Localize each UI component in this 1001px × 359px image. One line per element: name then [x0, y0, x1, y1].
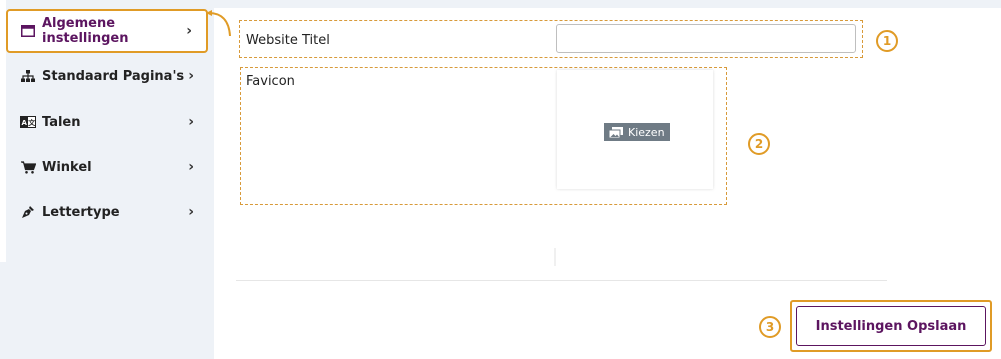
- step-badge-2: 2: [748, 133, 770, 155]
- chevron-right-icon: ›: [186, 23, 192, 39]
- sidebar-item-general-settings[interactable]: Algemene instellingen ›: [6, 9, 208, 53]
- sidebar-item-label: Talen: [42, 114, 81, 130]
- sidebar-item-label: Standaard Pagina's: [42, 68, 185, 84]
- sidebar-strip: [0, 262, 6, 359]
- chevron-right-icon: ›: [188, 204, 194, 220]
- chevron-right-icon: ›: [188, 68, 194, 84]
- chevron-right-icon: ›: [188, 159, 194, 175]
- pen-nib-icon: [20, 205, 36, 219]
- choose-label: Kiezen: [628, 125, 665, 139]
- website-title-label: Website Titel: [246, 33, 330, 48]
- sidebar-item-label: Lettertype: [42, 204, 120, 220]
- chevron-right-icon: ›: [188, 114, 194, 130]
- website-title-input[interactable]: [556, 24, 856, 53]
- sidebar-item-font[interactable]: Lettertype ›: [8, 190, 208, 234]
- sidebar-item-label: Winkel: [42, 159, 92, 175]
- settings-page: Algemene instellingen › Standaard Pagina…: [0, 0, 1001, 359]
- sidebar: Algemene instellingen › Standaard Pagina…: [0, 0, 214, 359]
- placeholder-edge: [554, 248, 556, 266]
- sidebar-item-shop[interactable]: Winkel ›: [8, 145, 208, 189]
- svg-text:A: A: [21, 119, 27, 127]
- choose-button[interactable]: Kiezen: [604, 123, 670, 141]
- cart-icon: [20, 160, 36, 174]
- images-icon: [609, 126, 623, 138]
- step-badge-1: 1: [876, 30, 898, 52]
- top-band: [214, 0, 1001, 8]
- sitemap-icon: [20, 69, 36, 83]
- sidebar-item-default-pages[interactable]: Standaard Pagina's ›: [8, 54, 208, 98]
- svg-text:文: 文: [28, 118, 36, 127]
- save-settings-button[interactable]: Instellingen Opslaan: [796, 306, 986, 346]
- step-badge-3: 3: [759, 316, 781, 338]
- favicon-label: Favicon: [246, 74, 295, 89]
- sidebar-item-languages[interactable]: A文 Talen ›: [8, 100, 208, 144]
- language-icon: A文: [20, 115, 36, 129]
- save-highlight: Instellingen Opslaan: [790, 300, 992, 352]
- sidebar-item-label: Algemene instellingen: [41, 16, 129, 46]
- pointer-arrow-icon: [206, 10, 231, 37]
- window-icon: [20, 24, 36, 38]
- section-divider: [236, 280, 887, 281]
